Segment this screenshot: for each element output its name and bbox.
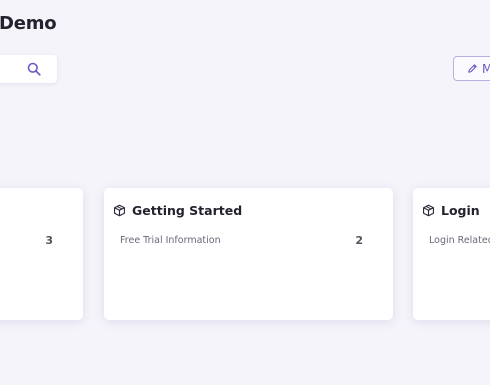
page-title: Demo <box>0 13 57 34</box>
manage-button[interactable]: M <box>453 56 490 81</box>
manage-button-label: M <box>482 62 490 76</box>
cube-icon <box>423 204 434 217</box>
category-card[interactable]: Login Login Related <box>413 188 490 320</box>
search-input[interactable] <box>0 55 57 83</box>
category-card-title: Getting Started <box>132 203 243 218</box>
category-card-description: Login Related <box>429 235 490 246</box>
category-card-title: Login <box>441 203 480 218</box>
category-card[interactable]: 3 <box>0 188 83 320</box>
category-card-count: 3 <box>45 234 53 247</box>
search-icon[interactable] <box>27 62 41 76</box>
category-card-description: Free Trial Information <box>120 235 221 246</box>
category-card-count: 2 <box>355 234 363 247</box>
category-card[interactable]: Getting Started Free Trial Information 2 <box>104 188 393 320</box>
pencil-icon <box>468 64 477 73</box>
cube-icon <box>114 204 125 217</box>
